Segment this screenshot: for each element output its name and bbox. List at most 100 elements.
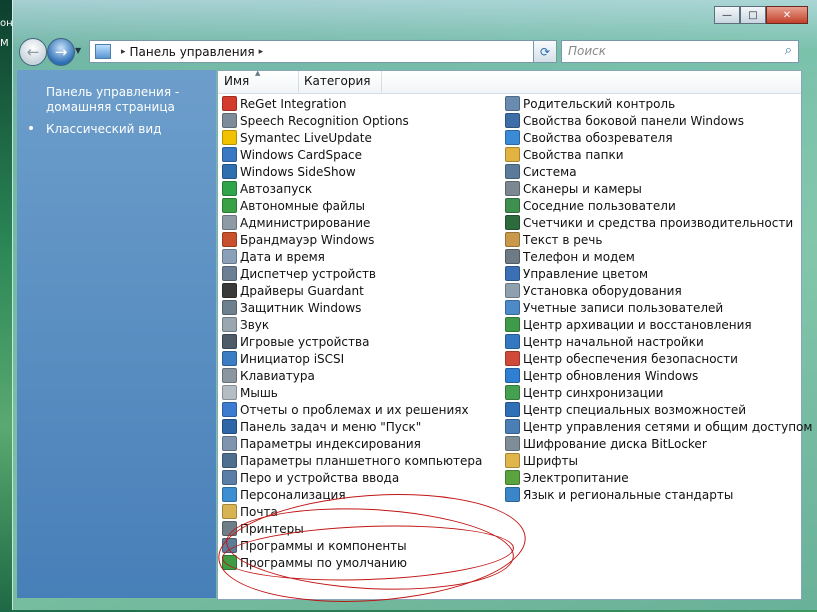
column-divider[interactable] (381, 71, 382, 93)
breadcrumb-arrow-icon[interactable]: ▸ (121, 47, 126, 57)
security-center-icon (505, 351, 520, 366)
sort-ascending-icon: ▲ (255, 69, 261, 77)
control-panel-item[interactable]: Панель задач и меню "Пуск" (222, 418, 482, 435)
control-panel-item[interactable]: Центр синхронизации (505, 384, 812, 401)
control-panel-item[interactable]: Windows CardSpace (222, 146, 482, 163)
breadcrumb-control-panel[interactable]: Панель управления (130, 45, 255, 59)
control-panel-home-link[interactable]: Панель управления - домашняя страница (46, 85, 206, 115)
control-panel-item[interactable]: Клавиатура (222, 367, 482, 384)
caption-buttons: — □ ✕ (714, 6, 808, 24)
item-label: Свойства папки (523, 147, 624, 162)
control-panel-item[interactable]: Symantec LiveUpdate (222, 129, 482, 146)
pen-icon (222, 470, 237, 485)
breadcrumb-arrow-icon[interactable]: ▸ (259, 47, 264, 57)
symantec-icon (222, 130, 237, 145)
control-panel-item[interactable]: Программы и компоненты (222, 537, 482, 554)
control-panel-item[interactable]: Звук (222, 316, 482, 333)
task-pane: Панель управления - домашняя страница Кл… (17, 70, 216, 598)
cardspace-icon (222, 147, 237, 162)
region-icon (505, 487, 520, 502)
item-label: Инициатор iSCSI (240, 351, 345, 366)
control-panel-item[interactable]: Брандмауэр Windows (222, 231, 482, 248)
back-button[interactable]: ← (19, 38, 47, 66)
column-divider[interactable] (298, 71, 299, 93)
maximize-button[interactable]: □ (740, 6, 766, 24)
control-panel-item[interactable]: Центр обеспечения безопасности (505, 350, 812, 367)
control-panel-item[interactable]: Свойства папки (505, 146, 812, 163)
classic-view-link[interactable]: Классический вид (46, 122, 161, 136)
control-panel-item[interactable]: Персонализация (222, 486, 482, 503)
control-panel-item[interactable]: Перо и устройства ввода (222, 469, 482, 486)
item-label: Персонализация (240, 487, 346, 502)
items-column-2: Родительский контроль Свойства боковой па… (505, 95, 812, 503)
control-panel-item[interactable]: Параметры планшетного компьютера (222, 452, 482, 469)
control-panel-item[interactable]: Мышь (222, 384, 482, 401)
search-input[interactable]: Поиск ⌕ (561, 40, 799, 63)
control-panel-item[interactable]: Драйверы Guardant (222, 282, 482, 299)
recent-pages-dropdown-icon[interactable]: ▼ (75, 46, 81, 55)
control-panel-item[interactable]: Отчеты о проблемах и их решениях (222, 401, 482, 418)
forward-button[interactable]: → (47, 38, 75, 66)
item-label: Программы и компоненты (240, 538, 407, 553)
column-category[interactable]: Категория (304, 74, 371, 88)
control-panel-item[interactable]: Свойства боковой панели Windows (505, 112, 812, 129)
desktop-text-fragment: М (0, 38, 9, 49)
column-name[interactable]: Имя (224, 74, 249, 88)
windows-update-icon (505, 368, 520, 383)
close-button[interactable]: ✕ (766, 6, 808, 24)
control-panel-item[interactable]: Язык и региональные стандарты (505, 486, 812, 503)
refresh-button[interactable]: ⟳ (533, 40, 557, 63)
search-icon[interactable]: ⌕ (785, 43, 792, 58)
control-panel-item[interactable]: Speech Recognition Options (222, 112, 482, 129)
control-panel-item[interactable]: Центр архивации и восстановления (505, 316, 812, 333)
item-label: Перо и устройства ввода (240, 470, 400, 485)
control-panel-item[interactable]: Электропитание (505, 469, 812, 486)
device-manager-icon (222, 266, 237, 281)
control-panel-item[interactable]: Игровые устройства (222, 333, 482, 350)
item-label: Сканеры и камеры (523, 181, 642, 196)
minimize-button[interactable]: — (714, 6, 740, 24)
control-panel-item[interactable]: Windows SideShow (222, 163, 482, 180)
control-panel-item[interactable]: Установка оборудования (505, 282, 812, 299)
printer-icon (222, 521, 237, 536)
control-panel-item[interactable]: Почта (222, 503, 482, 520)
control-panel-item[interactable]: Дата и время (222, 248, 482, 265)
item-label: Свойства обозревателя (523, 130, 673, 145)
control-panel-item[interactable]: Инициатор iSCSI (222, 350, 482, 367)
control-panel-item[interactable]: ReGet Integration (222, 95, 482, 112)
control-panel-item[interactable]: Телефон и модем (505, 248, 812, 265)
control-panel-item[interactable]: Защитник Windows (222, 299, 482, 316)
control-panel-item[interactable]: Диспетчер устройств (222, 265, 482, 282)
control-panel-item[interactable]: Управление цветом (505, 265, 812, 282)
control-panel-item[interactable]: Автозапуск (222, 180, 482, 197)
problem-reports-icon (222, 402, 237, 417)
control-panel-item[interactable]: Автономные файлы (222, 197, 482, 214)
item-label: Соседние пользователи (523, 198, 676, 213)
bullet-icon (29, 126, 33, 130)
item-label: Шрифты (523, 453, 578, 468)
control-panel-item[interactable]: Центр обновления Windows (505, 367, 812, 384)
control-panel-item[interactable]: Принтеры (222, 520, 482, 537)
control-panel-item[interactable]: Шифрование диска BitLocker (505, 435, 812, 452)
globe-icon (222, 351, 237, 366)
control-panel-item[interactable]: Сканеры и камеры (505, 180, 812, 197)
control-panel-item[interactable]: Центр специальных возможностей (505, 401, 812, 418)
control-panel-item[interactable]: Учетные записи пользователей (505, 299, 812, 316)
control-panel-item[interactable]: Текст в речь (505, 231, 812, 248)
control-panel-item[interactable]: Свойства обозревателя (505, 129, 812, 146)
control-panel-item[interactable]: Центр управления сетями и общим доступом (505, 418, 812, 435)
item-label: Центр обновления Windows (523, 368, 699, 383)
item-label: Автономные файлы (240, 198, 365, 213)
control-panel-item[interactable]: Администрирование (222, 214, 482, 231)
sync-center-icon (505, 385, 520, 400)
control-panel-item[interactable]: Параметры индексирования (222, 435, 482, 452)
control-panel-item[interactable]: Счетчики и средства производительности (505, 214, 812, 231)
control-panel-item[interactable]: Система (505, 163, 812, 180)
control-panel-item[interactable]: Шрифты (505, 452, 812, 469)
control-panel-item[interactable]: Программы по умолчанию (222, 554, 482, 571)
address-bar[interactable]: ▸ Панель управления ▸ ▼ (89, 40, 555, 63)
personalization-icon (222, 487, 237, 502)
control-panel-item[interactable]: Соседние пользователи (505, 197, 812, 214)
control-panel-item[interactable]: Родительский контроль (505, 95, 812, 112)
control-panel-item[interactable]: Центр начальной настройки (505, 333, 812, 350)
